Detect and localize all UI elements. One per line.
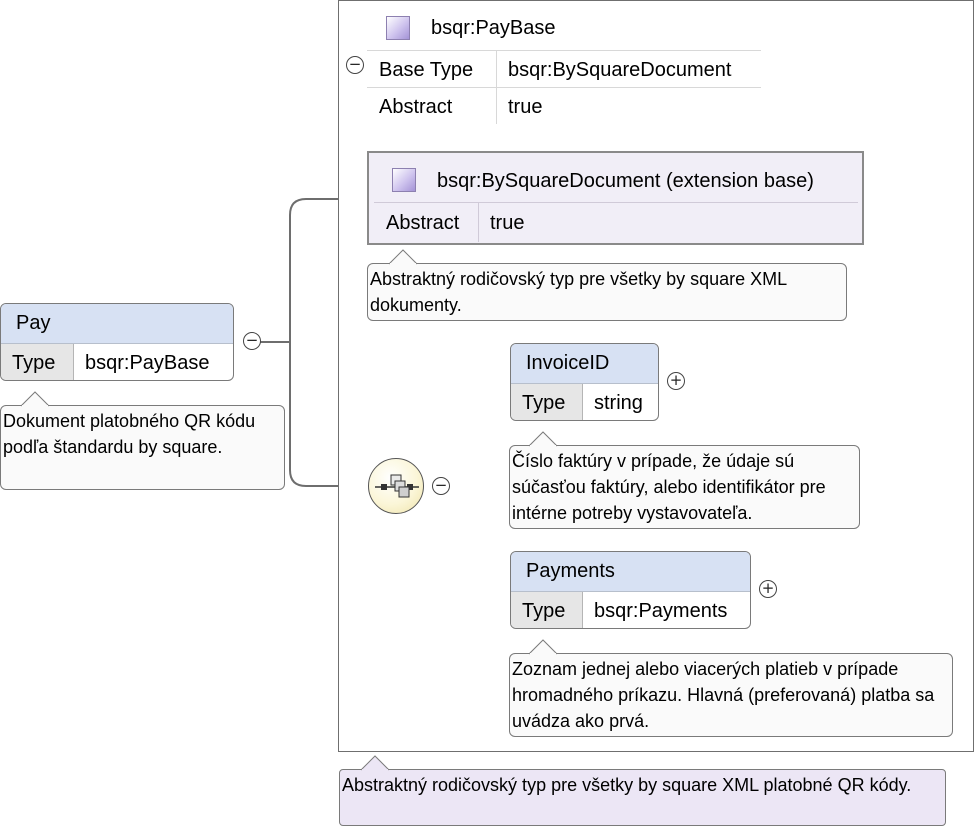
invoiceid-type-label: Type <box>511 384 583 420</box>
invoiceid-annotation: Číslo faktúry v prípade, že údaje sú súč… <box>509 445 860 529</box>
root-element-pay[interactable]: Pay Type bsqr:PayBase <box>0 303 234 381</box>
complex-type-annotation: Abstraktný rodičovský typ pre všetky by … <box>339 769 946 826</box>
extension-name: bsqr:BySquareDocument (extension base) <box>437 170 814 192</box>
payments-annotation-text: Zoznam jednej alebo viacerých platieb v … <box>512 659 935 731</box>
root-type-value: bsqr:PayBase <box>85 352 210 374</box>
abstract-label: Abstract <box>379 96 453 118</box>
extension-annotation: Abstraktný rodičovský typ pre všetky by … <box>367 263 847 321</box>
root-type-label: Type <box>1 344 74 380</box>
complex-type-properties: Base Type bsqr:BySquareDocument Abstract… <box>367 50 761 126</box>
sequence-icon <box>375 474 419 498</box>
invoiceid-type-value: string <box>594 392 643 414</box>
extension-type-icon <box>392 168 416 192</box>
base-type-label: Base Type <box>379 59 474 81</box>
payments-annotation: Zoznam jednej alebo viacerých platieb v … <box>509 653 953 737</box>
element-invoiceid[interactable]: InvoiceID Type string <box>510 343 659 421</box>
abstract-value: true <box>508 96 543 118</box>
extension-annotation-text: Abstraktný rodičovský typ pre všetky by … <box>370 269 787 315</box>
payments-name: Payments <box>511 552 750 592</box>
complex-type-annotation-text: Abstraktný rodičovský typ pre všetky by … <box>342 775 912 795</box>
complex-type-icon <box>386 16 410 40</box>
payments-type-label: Type <box>511 592 583 628</box>
base-type-value: bsqr:BySquareDocument <box>508 59 732 81</box>
sequence-collapse-toggle[interactable]: − <box>432 477 450 495</box>
sequence-compositor[interactable] <box>368 458 424 514</box>
invoiceid-name: InvoiceID <box>511 344 658 384</box>
extension-abstract-label: Abstract <box>386 212 460 234</box>
invoiceid-annotation-text: Číslo faktúry v prípade, že údaje sú súč… <box>512 451 826 523</box>
extension-abstract-value: true <box>490 212 525 234</box>
root-element-name: Pay <box>1 304 233 344</box>
extension-base-box[interactable]: bsqr:BySquareDocument (extension base) A… <box>367 151 864 245</box>
element-payments[interactable]: Payments Type bsqr:Payments <box>510 551 751 629</box>
invoiceid-expand-toggle[interactable]: + <box>667 372 685 390</box>
root-annotation-text: Dokument platobného QR kódu podľa štanda… <box>3 411 256 457</box>
root-annotation: Dokument platobného QR kódu podľa štanda… <box>0 405 285 490</box>
complex-type-name: bsqr:PayBase <box>431 17 556 39</box>
complex-type-collapse-toggle[interactable]: − <box>346 56 364 74</box>
root-collapse-toggle[interactable]: − <box>243 332 261 350</box>
payments-type-value: bsqr:Payments <box>594 600 728 622</box>
payments-expand-toggle[interactable]: + <box>759 580 777 598</box>
